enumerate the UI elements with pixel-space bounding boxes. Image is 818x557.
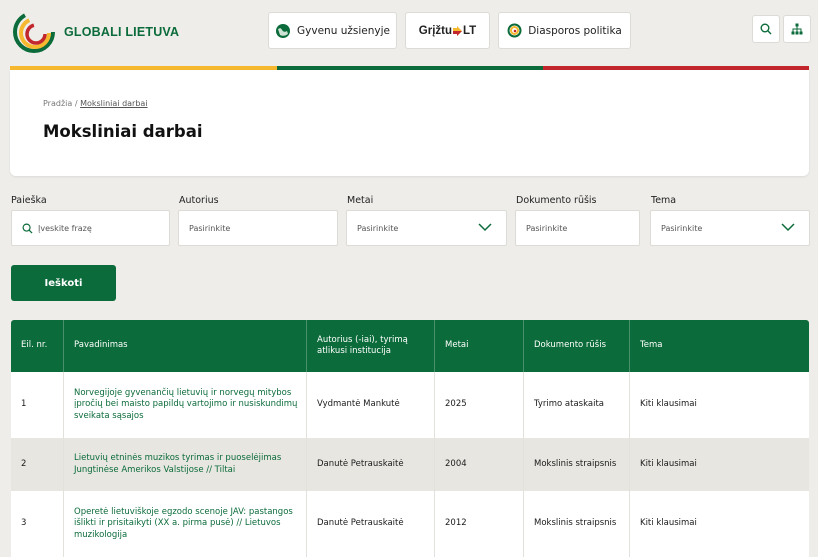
breadcrumb-separator: / (72, 99, 81, 108)
topic-select[interactable]: Pasirinkite (650, 210, 810, 246)
globe-icon (275, 23, 291, 39)
cell-topic: Kiti klausimai (640, 399, 697, 410)
author-label: Autorius (179, 195, 219, 206)
site-link-grizu-lt[interactable]: Grįžtu LT (405, 12, 490, 49)
year-placeholder: Pasirinkite (357, 223, 399, 233)
column-header: Dokumento rūšis (524, 320, 630, 372)
sitemap-icon (791, 23, 803, 35)
search-input[interactable]: Įveskite frazę (11, 210, 170, 246)
table-row: 1 Norvegijoje gyvenančių lietuvių ir nor… (11, 372, 809, 438)
cell-type: Mokslinis straipsnis (524, 438, 630, 491)
cell-nr: 3 (11, 491, 64, 557)
cell-author: Danutė Petrauskaitė (307, 438, 435, 491)
cell-author: Vydmantė Mankutė (307, 372, 435, 438)
site-header: GLOBALI LIETUVA Gyvenu užsienyje Grįžtu … (0, 0, 818, 66)
doc-type-select[interactable]: Pasirinkite (515, 210, 640, 246)
search-icon (22, 223, 33, 234)
site-link-label: Grįžtu (418, 24, 453, 37)
ring-icon (507, 23, 522, 38)
cell-type: Mokslinis straipsnis (524, 491, 630, 557)
logo-text: GLOBALI LIETUVA (64, 24, 180, 40)
cell-type: Tyrimo ataskaita (524, 372, 630, 438)
author-placeholder: Pasirinkite (189, 223, 231, 233)
cell-year: 2012 (435, 491, 524, 557)
arrow-icon (453, 25, 463, 36)
cell-nr: 2 (11, 438, 64, 491)
search-placeholder: Įveskite frazę (38, 223, 92, 233)
column-header: Metai (435, 320, 524, 372)
column-header: Eil. nr. (11, 320, 64, 372)
header-sitemap-button[interactable] (783, 15, 811, 43)
chevron-down-icon (781, 223, 795, 234)
page-header-card: Pradžia / Moksliniai darbai Moksliniai d… (10, 70, 809, 176)
doc-type-placeholder: Pasirinkite (526, 223, 568, 233)
column-header: Tema (640, 340, 663, 351)
cell-title-link[interactable]: Operetė lietuviškoje egzodo scenoje JAV:… (64, 491, 307, 557)
cell-title-link[interactable]: Lietuvių etninės muzikos tyrimas ir puos… (64, 438, 307, 491)
author-select[interactable]: Pasirinkite (178, 210, 338, 246)
year-select[interactable]: Pasirinkite (346, 210, 507, 246)
column-header: Pavadinimas (64, 320, 307, 372)
results-table: Eil. nr. Pavadinimas Autorius (-iai), ty… (11, 320, 809, 557)
breadcrumb: Pradžia / Moksliniai darbai (43, 99, 148, 108)
site-link-gyvenu-uzsienyje[interactable]: Gyvenu užsienyje (268, 12, 397, 49)
page-title: Moksliniai darbai (43, 122, 203, 141)
cell-author: Danutė Petrauskaitė (307, 491, 435, 557)
table-row: 3 Operetė lietuviškoje egzodo scenoje JA… (11, 491, 809, 557)
site-link-diasporos-politika[interactable]: Diasporos politika (498, 12, 631, 49)
breadcrumb-home[interactable]: Pradžia (43, 99, 72, 108)
table-row: 2 Lietuvių etninės muzikos tyrimas ir pu… (11, 438, 809, 491)
column-header: Autorius (-iai), tyrimą atlikusi institu… (307, 320, 435, 372)
cell-topic: Kiti klausimai (640, 458, 697, 469)
search-icon (760, 23, 772, 35)
cell-year: 2004 (435, 438, 524, 491)
cell-topic: Kiti klausimai (640, 518, 697, 529)
table-header: Eil. nr. Pavadinimas Autorius (-iai), ty… (11, 320, 809, 372)
doc-type-label: Dokumento rūšis (516, 195, 597, 206)
year-label: Metai (347, 195, 374, 206)
search-label: Paieška (11, 195, 47, 206)
site-link-label: Gyvenu užsienyje (297, 24, 390, 37)
cell-title-link[interactable]: Norvegijoje gyvenančių lietuvių ir norve… (64, 372, 307, 438)
topic-placeholder: Pasirinkite (661, 223, 703, 233)
topic-label: Tema (651, 195, 677, 206)
cell-nr: 1 (11, 372, 64, 438)
globali-lietuva-logo-icon (13, 11, 55, 53)
breadcrumb-current[interactable]: Moksliniai darbai (80, 99, 147, 108)
site-link-label: Diasporos politika (528, 24, 622, 37)
cell-year: 2025 (435, 372, 524, 438)
site-logo[interactable]: GLOBALI LIETUVA (10, 8, 179, 56)
search-submit-button[interactable]: Ieškoti (11, 265, 116, 301)
site-link-suffix: LT (463, 24, 477, 37)
header-search-button[interactable] (752, 15, 780, 43)
chevron-down-icon (478, 223, 492, 234)
